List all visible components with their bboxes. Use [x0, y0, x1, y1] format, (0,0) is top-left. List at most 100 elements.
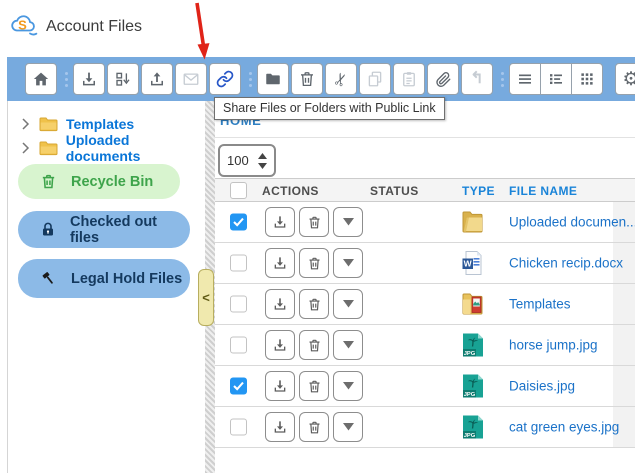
trash-icon [40, 173, 57, 190]
row-download-button[interactable] [265, 289, 295, 319]
column-header-file-name[interactable]: FILE NAME [509, 179, 577, 203]
folder-icon [39, 140, 58, 156]
file-name-link[interactable]: cat green eyes.jpg [509, 420, 619, 435]
select-all-checkbox[interactable] [230, 182, 247, 199]
file-table-body: Uploaded documen... W Chicken recip.docx [215, 202, 635, 448]
bulk-download-icon [114, 70, 132, 88]
bulk-download-button[interactable] [107, 63, 139, 95]
row-download-button[interactable] [265, 412, 295, 442]
list-view-button[interactable] [509, 63, 541, 95]
row-download-button[interactable] [265, 371, 295, 401]
page-size-stepper [218, 144, 276, 177]
undo-button[interactable]: ↰ [461, 63, 493, 95]
table-row: W Chicken recip.docx [215, 243, 635, 284]
share-link-button[interactable] [209, 63, 241, 95]
row-more-actions-button[interactable] [333, 248, 363, 278]
row-delete-button[interactable] [299, 207, 329, 237]
row-more-actions-button[interactable] [333, 289, 363, 319]
download-icon [80, 70, 98, 88]
app-header: S Account Files [0, 0, 635, 57]
row-download-button[interactable] [265, 330, 295, 360]
main-panel: HOME ACTIONS STATUS TYPE FILE NAME [215, 101, 635, 473]
attach-button[interactable] [427, 63, 459, 95]
toolbar-separator [499, 72, 505, 87]
download-icon [272, 378, 288, 394]
gavel-icon [40, 270, 57, 287]
svg-text:S: S [18, 18, 27, 33]
link-icon [216, 70, 234, 88]
row-download-button[interactable] [265, 248, 295, 278]
file-name-link[interactable]: horse jump.jpg [509, 338, 598, 353]
row-checkbox[interactable] [230, 296, 247, 313]
copy-button[interactable] [359, 63, 391, 95]
gear-icon: ⚙ [622, 70, 635, 89]
download-button[interactable] [73, 63, 105, 95]
row-checkbox[interactable] [230, 255, 247, 272]
file-name-link[interactable]: Uploaded documen... [509, 215, 635, 230]
paste-button[interactable] [393, 63, 425, 95]
svg-text:JPG: JPG [464, 433, 476, 439]
recycle-bin-label: Recycle Bin [71, 174, 153, 190]
row-delete-button[interactable] [299, 289, 329, 319]
grid-view-button[interactable] [571, 63, 603, 95]
chevron-right-icon[interactable] [21, 142, 35, 154]
row-download-button[interactable] [265, 207, 295, 237]
row-checkbox[interactable] [230, 419, 247, 436]
row-more-actions-button[interactable] [333, 207, 363, 237]
collapse-sidebar-handle[interactable]: < [198, 269, 214, 326]
table-header: ACTIONS STATUS TYPE FILE NAME [215, 178, 635, 202]
checked-out-files-label: Checked out files [70, 214, 190, 246]
settings-button[interactable]: ⚙ [615, 63, 635, 95]
legal-hold-files-button[interactable]: Legal Hold Files [18, 259, 190, 298]
table-row: JPG cat green eyes.jpg [215, 407, 635, 448]
caret-down-icon [343, 218, 354, 226]
toolbar-separator [247, 72, 253, 87]
column-header-status: STATUS [370, 179, 419, 203]
row-checkbox[interactable] [230, 378, 247, 395]
row-delete-button[interactable] [299, 248, 329, 278]
paste-icon [400, 70, 418, 88]
table-row: Templates [215, 284, 635, 325]
row-checkbox[interactable] [230, 214, 247, 231]
row-more-actions-button[interactable] [333, 371, 363, 401]
spin-down-icon[interactable] [258, 163, 267, 169]
word-file-icon: W [461, 250, 485, 276]
sidebar-item-label: Uploaded documents [66, 132, 205, 164]
recycle-bin-button[interactable]: Recycle Bin [18, 164, 180, 199]
trash-icon [307, 215, 322, 230]
row-delete-button[interactable] [299, 371, 329, 401]
delete-button[interactable] [291, 63, 323, 95]
download-icon [272, 255, 288, 271]
sidebar: Templates Uploaded documents Recycle Bin… [7, 101, 205, 473]
checked-out-files-button[interactable]: Checked out files [18, 211, 190, 248]
column-header-type[interactable]: TYPE [462, 179, 495, 203]
row-more-actions-button[interactable] [333, 330, 363, 360]
collapse-chevron-icon: < [202, 290, 210, 305]
file-name-link[interactable]: Chicken recip.docx [509, 256, 623, 271]
toolbar-separator [63, 72, 69, 87]
caret-down-icon [343, 382, 354, 390]
row-delete-button[interactable] [299, 330, 329, 360]
sidebar-item-label: Templates [66, 116, 134, 132]
file-name-link[interactable]: Daisies.jpg [509, 379, 575, 394]
view-switcher [509, 63, 603, 95]
list-view-icon [516, 70, 534, 88]
svg-text:JPG: JPG [464, 351, 476, 357]
sidebar-item-uploaded-documents[interactable]: Uploaded documents [8, 136, 205, 159]
home-button[interactable] [25, 63, 57, 95]
cut-button[interactable]: ✂ [325, 63, 357, 95]
row-more-actions-button[interactable] [333, 412, 363, 442]
spin-up-icon[interactable] [258, 153, 267, 159]
row-checkbox[interactable] [230, 337, 247, 354]
chevron-right-icon[interactable] [21, 118, 35, 130]
page-size-input[interactable] [227, 153, 257, 168]
detail-view-button[interactable] [540, 63, 572, 95]
row-delete-button[interactable] [299, 412, 329, 442]
file-name-link[interactable]: Templates [509, 297, 571, 312]
jpg-file-icon: JPG [461, 332, 485, 358]
email-button[interactable] [175, 63, 207, 95]
upload-icon [148, 70, 166, 88]
caret-down-icon [343, 259, 354, 267]
new-folder-button[interactable] [257, 63, 289, 95]
upload-button[interactable] [141, 63, 173, 95]
